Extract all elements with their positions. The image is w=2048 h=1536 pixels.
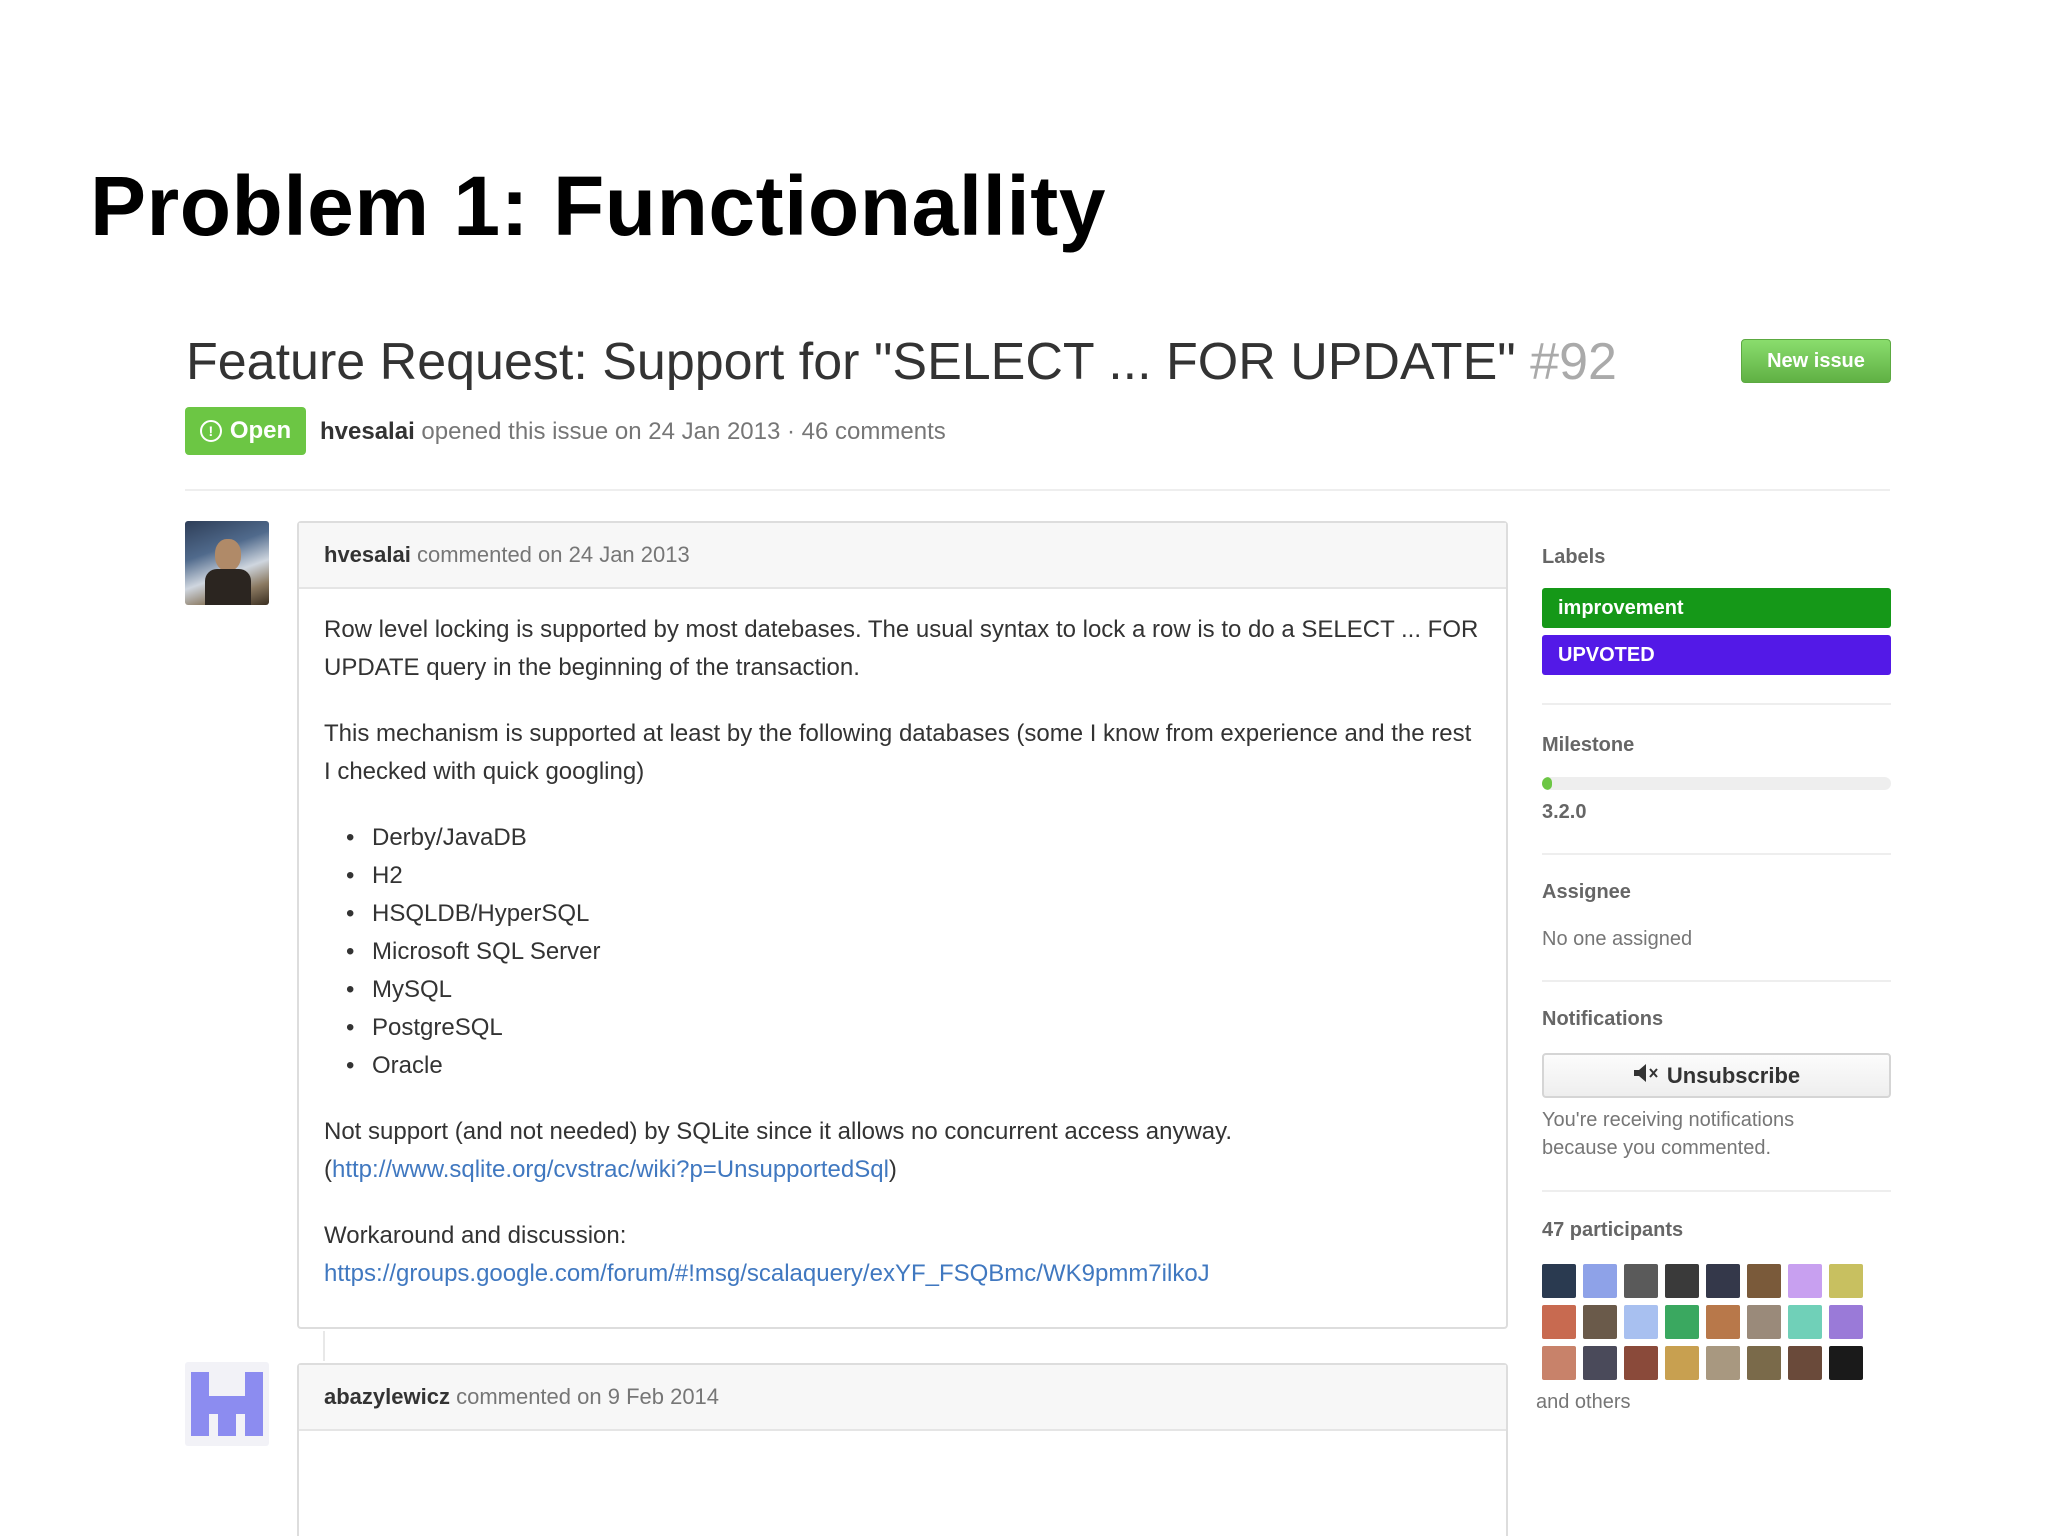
notification-reason: You're receiving notifications because y… [1542, 1109, 1795, 1159]
participant-avatar[interactable] [1706, 1264, 1740, 1298]
sidebar-divider [1542, 1190, 1891, 1192]
participant-avatars [1542, 1264, 1872, 1380]
avatar[interactable] [185, 1362, 269, 1446]
participant-avatar[interactable] [1788, 1346, 1822, 1380]
issue-state-badge: ! Open [185, 407, 306, 455]
comment-date: commented on 9 Feb 2014 [456, 1384, 720, 1409]
list-item: Derby/JavaDB [346, 819, 1481, 857]
participant-avatar[interactable] [1583, 1264, 1617, 1298]
milestone-name[interactable]: 3.2.0 [1542, 801, 1586, 824]
and-others-text: and others [1536, 1391, 1631, 1413]
list-item: Oracle [346, 1047, 1481, 1085]
participant-avatar[interactable] [1829, 1346, 1863, 1380]
participant-avatar[interactable] [1706, 1305, 1740, 1339]
list-item: HSQLDB/HyperSQL [346, 895, 1481, 933]
participant-avatar[interactable] [1665, 1264, 1699, 1298]
list-item: H2 [346, 857, 1481, 895]
sqlite-link[interactable]: http://www.sqlite.org/cvstrac/wiki?p=Uns… [332, 1156, 889, 1183]
milestone-progress-fill [1542, 777, 1553, 790]
label-upvoted[interactable]: UPVOTED [1542, 635, 1891, 675]
participant-avatar[interactable] [1747, 1305, 1781, 1339]
issue-state-label: Open [229, 417, 292, 444]
milestone-heading[interactable]: Milestone [1542, 734, 1634, 757]
list-item: Microsoft SQL Server [346, 933, 1481, 971]
participant-avatar[interactable] [1829, 1305, 1863, 1339]
comment-header: hvesalai commented on 24 Jan 2013 [299, 523, 1506, 589]
comment-header: abazylewicz commented on 9 Feb 2014 [299, 1365, 1506, 1431]
participant-avatar[interactable] [1624, 1264, 1658, 1298]
notifications-heading: Notifications [1542, 1008, 1664, 1030]
assignee-heading[interactable]: Assignee [1542, 881, 1631, 904]
sidebar-divider [1542, 703, 1891, 705]
assignee-text: No one assigned [1542, 928, 1693, 950]
comment: hvesalai commented on 24 Jan 2013 Row le… [297, 521, 1508, 1329]
comment-paragraph-text: Not support (and not needed) by SQLite s… [324, 1118, 1233, 1145]
participant-avatar[interactable] [1788, 1305, 1822, 1339]
comment-body: Row level locking is supported by most d… [299, 589, 1506, 1293]
comment-paragraph: This mechanism is supported at least by … [324, 720, 1472, 785]
sidebar-divider [1542, 853, 1891, 855]
participant-avatar[interactable] [1829, 1264, 1863, 1298]
issue-title-text: Feature Request: Support for "SELECT ...… [186, 333, 1516, 391]
unsubscribe-button[interactable]: Unsubscribe [1542, 1053, 1891, 1098]
issue-author-link[interactable]: hvesalai [320, 418, 415, 445]
comment-author-link[interactable]: hvesalai [324, 542, 411, 567]
new-issue-button[interactable]: New issue [1741, 339, 1891, 383]
slide-title: Problem 1: Functionallity [90, 159, 1106, 253]
list-item: MySQL [346, 971, 1481, 1009]
participant-avatar[interactable] [1542, 1305, 1576, 1339]
participant-avatar[interactable] [1747, 1264, 1781, 1298]
comment-paragraph: Row level locking is supported by most d… [324, 616, 1479, 681]
issue-title: Feature Request: Support for "SELECT ...… [186, 332, 1617, 392]
mute-icon [1633, 1063, 1659, 1089]
participants-heading: 47 participants [1542, 1219, 1684, 1241]
participant-avatar[interactable] [1788, 1264, 1822, 1298]
unsubscribe-label: Unsubscribe [1666, 1062, 1801, 1088]
milestone-progress-bar [1542, 777, 1891, 790]
list-item: PostgreSQL [346, 1009, 1481, 1047]
timeline-connector [323, 1331, 325, 1361]
participant-avatar[interactable] [1624, 1305, 1658, 1339]
issue-number: #92 [1530, 333, 1617, 391]
participant-avatar[interactable] [1583, 1305, 1617, 1339]
sidebar-divider [1542, 980, 1891, 982]
labels-heading[interactable]: Labels [1542, 546, 1605, 569]
participant-avatar[interactable] [1706, 1346, 1740, 1380]
database-list: Derby/JavaDB H2 HSQLDB/HyperSQL Microsof… [346, 819, 1481, 1085]
participant-avatar[interactable] [1665, 1305, 1699, 1339]
comment-paragraph: Workaround and discussion: https://groups… [324, 1217, 1481, 1293]
participant-avatar[interactable] [1747, 1346, 1781, 1380]
google-groups-link[interactable]: https://groups.google.com/forum/#!msg/sc… [324, 1260, 1210, 1287]
comment-paragraph-text: Workaround and discussion: [324, 1222, 627, 1249]
comment: abazylewicz commented on 9 Feb 2014 [297, 1363, 1508, 1536]
issue-meta-text: opened this issue on 24 Jan 2013 · 46 co… [421, 418, 946, 445]
avatar[interactable] [185, 521, 269, 605]
participant-avatar[interactable] [1542, 1264, 1576, 1298]
comment-author-link[interactable]: abazylewicz [324, 1384, 450, 1409]
comment-paragraph: Not support (and not needed) by SQLite s… [324, 1118, 1233, 1183]
label-improvement[interactable]: improvement [1542, 588, 1891, 628]
participant-avatar[interactable] [1542, 1346, 1576, 1380]
issue-meta: hvesalai opened this issue on 24 Jan 201… [320, 418, 946, 446]
participant-avatar[interactable] [1583, 1346, 1617, 1380]
issue-opened-icon: ! [199, 420, 222, 442]
comment-date: commented on 24 Jan 2013 [416, 542, 690, 567]
participant-avatar[interactable] [1624, 1346, 1658, 1380]
header-divider [185, 489, 1890, 491]
participant-avatar[interactable] [1665, 1346, 1699, 1380]
